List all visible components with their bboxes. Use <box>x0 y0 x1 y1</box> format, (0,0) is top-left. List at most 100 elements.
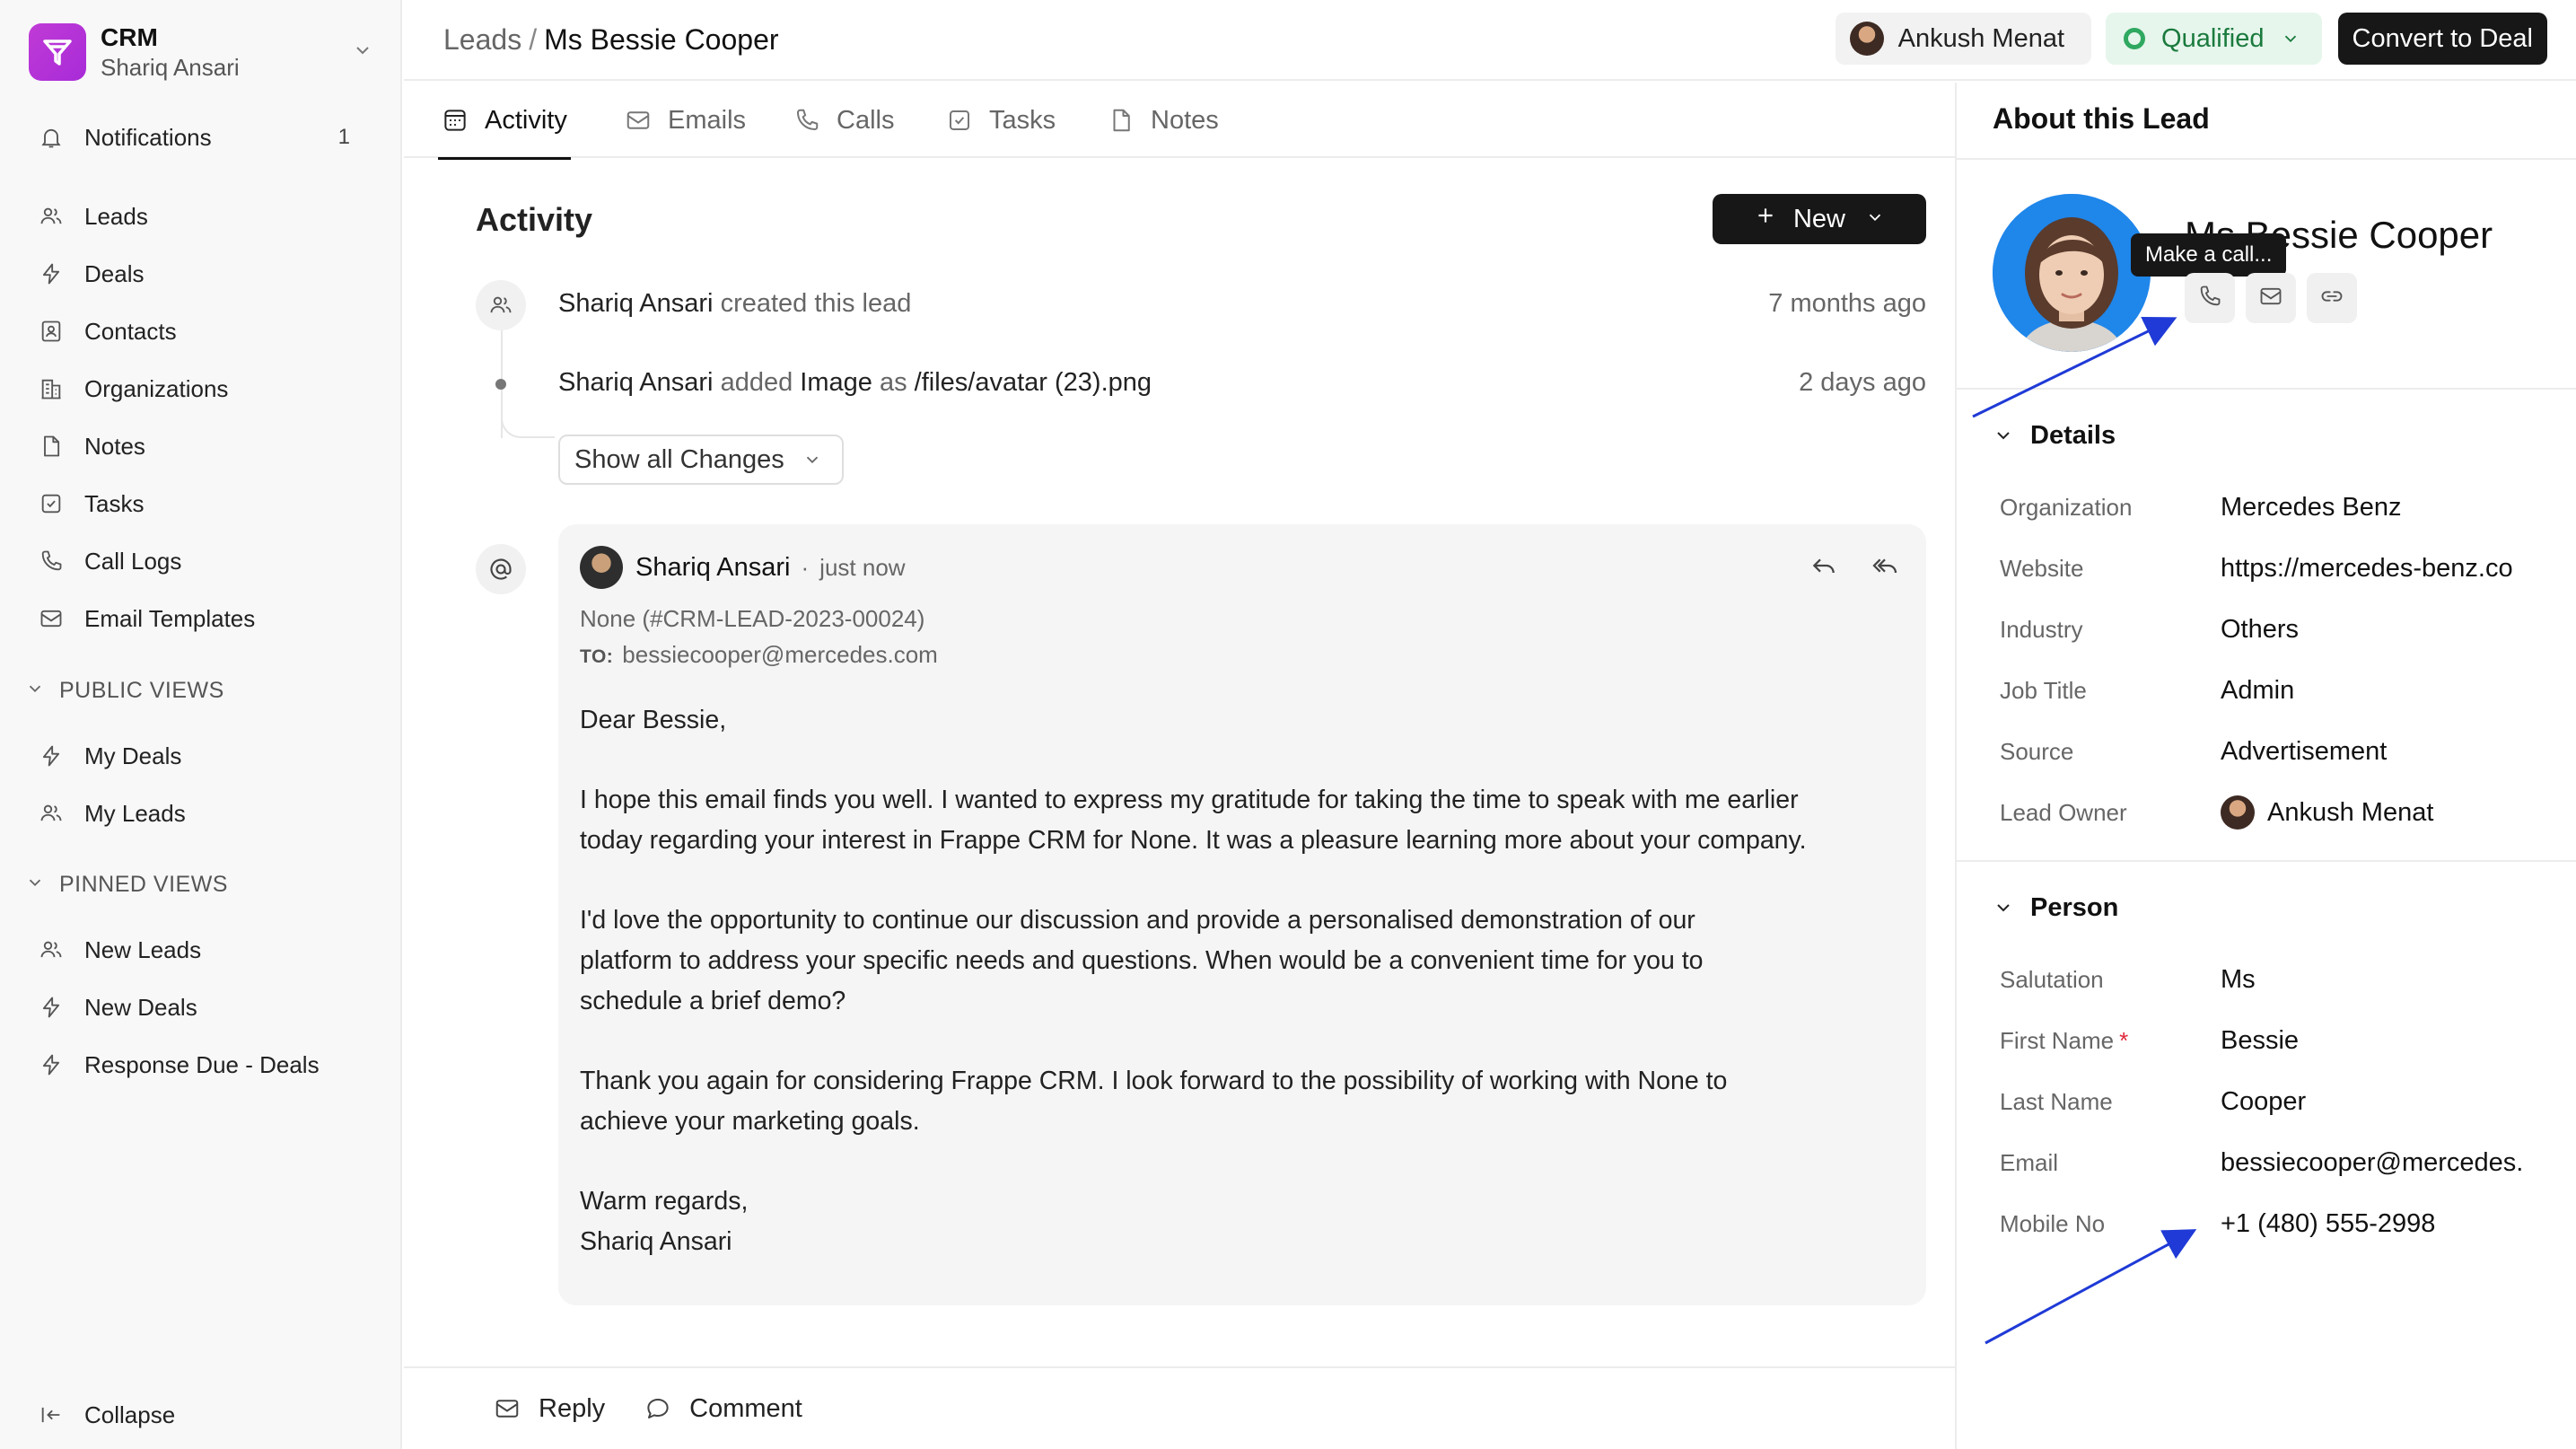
sidebar-item-deals[interactable]: Deals <box>14 249 377 299</box>
field-label: Organization <box>2000 493 2133 521</box>
sidebar-item-notifications[interactable]: Notifications 1 <box>14 112 377 162</box>
checkbox-icon <box>946 107 973 134</box>
convert-to-deal-button[interactable]: Convert to Deal <box>2337 13 2547 65</box>
sidebar-item-call-logs[interactable]: Call Logs <box>14 536 377 586</box>
field-mobile-no[interactable]: Mobile No +1 (480) 555-2998 <box>2000 1201 2574 1246</box>
sidebar-item-leads[interactable]: Leads <box>14 191 377 242</box>
tab-notes[interactable]: Notes <box>1108 83 1219 158</box>
sidebar-item-label: Response Due - Deals <box>84 1050 320 1078</box>
email-recipient: TO: bessiecooper@mercedes.com <box>580 641 938 669</box>
field-industry[interactable]: Industry Others <box>2000 607 2574 652</box>
comment-button[interactable]: Comment <box>644 1394 802 1424</box>
tab-activity[interactable]: Activity <box>438 83 571 160</box>
field-organization[interactable]: Organization Mercedes Benz <box>2000 485 2574 530</box>
comment-icon <box>644 1395 671 1422</box>
users-icon <box>38 936 65 963</box>
collapse-sidebar-button[interactable]: Collapse <box>14 1390 377 1440</box>
breadcrumb-current: Ms Bessie Cooper <box>544 22 779 56</box>
activity-title: Activity <box>476 201 593 238</box>
building-icon <box>38 375 65 402</box>
phone-icon <box>2197 284 2222 313</box>
sidebar-item-label: Contacts <box>84 317 177 345</box>
email-signature: Warm regards, Shariq Ansari <box>580 1181 1899 1262</box>
sidebar-item-notes[interactable]: Notes <box>14 421 377 471</box>
email-line: Shariq Ansari <box>580 1227 732 1256</box>
divider <box>1957 158 2576 160</box>
divider <box>1957 388 2576 390</box>
tab-calls[interactable]: Calls <box>793 83 894 158</box>
workspace-switcher[interactable]: CRM Shariq Ansari <box>29 20 381 84</box>
person-section-toggle[interactable]: Person <box>1993 885 2118 930</box>
field-source[interactable]: Source Advertisement <box>2000 729 2574 774</box>
contact-card-icon <box>38 318 65 345</box>
event-timestamp: 2 days ago <box>1799 368 1926 397</box>
sidebar-item-contacts[interactable]: Contacts <box>14 306 377 356</box>
section-title: PINNED VIEWS <box>59 871 228 897</box>
timeline-connector <box>501 388 555 438</box>
field-label: Source <box>2000 737 2074 765</box>
reply-all-icon[interactable] <box>1871 551 1899 580</box>
sidebar-item-new-deals[interactable]: New Deals <box>14 982 377 1032</box>
call-button[interactable] <box>2185 273 2235 323</box>
lightning-icon <box>38 260 65 287</box>
field-job-title[interactable]: Job Title Admin <box>2000 668 2574 713</box>
tab-emails[interactable]: Emails <box>625 83 746 158</box>
sidebar-item-my-deals[interactable]: My Deals <box>14 731 377 781</box>
email-line: today regarding your interest in Frappe … <box>580 826 1807 855</box>
show-all-changes-button[interactable]: Show all Changes <box>558 435 844 485</box>
email-line: Thank you again for considering Frappe C… <box>580 1067 1728 1095</box>
tab-tasks[interactable]: Tasks <box>946 83 1056 158</box>
field-value: https://mercedes-benz.co <box>2221 553 2513 583</box>
status-dropdown[interactable]: Qualified <box>2106 13 2322 65</box>
field-last-name[interactable]: Last Name Cooper <box>2000 1079 2574 1124</box>
field-salutation[interactable]: Salutation Ms <box>2000 957 2574 1002</box>
sidebar-item-label: Notes <box>84 432 145 460</box>
lead-details-panel: About this Lead Ms Bessie Cooper Make a … <box>1955 83 2576 1449</box>
new-activity-button[interactable]: New <box>1713 194 1926 244</box>
field-first-name[interactable]: First Name * Bessie <box>2000 1018 2574 1063</box>
field-label-wrapper: First Name * <box>2000 1027 2221 1055</box>
sidebar-item-new-leads[interactable]: New Leads <box>14 925 377 975</box>
sidebar-item-email-templates[interactable]: Email Templates <box>14 593 377 644</box>
field-lead-owner[interactable]: Lead Owner Ankush Menat <box>2000 790 2574 835</box>
public-views-section-toggle[interactable]: PUBLIC VIEWS <box>25 672 224 708</box>
notification-count-badge: 1 <box>337 125 350 149</box>
checkbox-icon <box>38 490 65 517</box>
lightning-icon <box>38 994 65 1021</box>
lead-avatar[interactable] <box>1993 194 2151 352</box>
sidebar-item-response-due-deals[interactable]: Response Due - Deals <box>14 1040 377 1090</box>
field-email[interactable]: Email bessiecooper@mercedes. <box>2000 1140 2574 1185</box>
mail-icon <box>494 1395 521 1422</box>
copy-link-button[interactable] <box>2307 273 2357 323</box>
field-value-wrapper: Ankush Menat <box>2221 795 2571 830</box>
section-title: Person <box>2030 892 2119 922</box>
field-label: Mobile No <box>2000 1209 2106 1237</box>
reply-button[interactable]: Reply <box>494 1394 605 1424</box>
breadcrumb-leads-link[interactable]: Leads <box>443 23 521 56</box>
sidebar-item-organizations[interactable]: Organizations <box>14 364 377 414</box>
separator-dot: · <box>801 553 810 581</box>
section-title: PUBLIC VIEWS <box>59 677 224 703</box>
sidebar-item-tasks[interactable]: Tasks <box>14 479 377 529</box>
field-website[interactable]: Website https://mercedes-benz.co <box>2000 546 2574 591</box>
event-timestamp: 7 months ago <box>1768 289 1926 318</box>
tab-label: Calls <box>837 105 895 135</box>
field-label: Lead Owner <box>2000 798 2127 826</box>
details-section-toggle[interactable]: Details <box>1993 413 2116 458</box>
sidebar-item-label: My Deals <box>84 742 182 769</box>
send-email-button[interactable] <box>2246 273 2296 323</box>
divider <box>1957 860 2576 862</box>
phone-icon <box>38 548 65 575</box>
pinned-views-section-toggle[interactable]: PINNED VIEWS <box>25 866 228 902</box>
status-label: Qualified <box>2161 23 2265 53</box>
reply-icon[interactable] <box>1809 551 1838 580</box>
lead-owner-dropdown[interactable]: Ankush Menat <box>1835 13 2092 65</box>
event-verb: added <box>720 368 793 397</box>
lightning-icon <box>38 742 65 769</box>
sidebar-item-label: New Leads <box>84 935 202 963</box>
new-button-label: New <box>1792 204 1845 233</box>
sidebar-item-my-leads[interactable]: My Leads <box>14 788 377 839</box>
mail-icon <box>2258 284 2283 313</box>
sidebar-item-label: Call Logs <box>84 547 182 575</box>
event-actor: Shariq Ansari <box>558 289 714 318</box>
